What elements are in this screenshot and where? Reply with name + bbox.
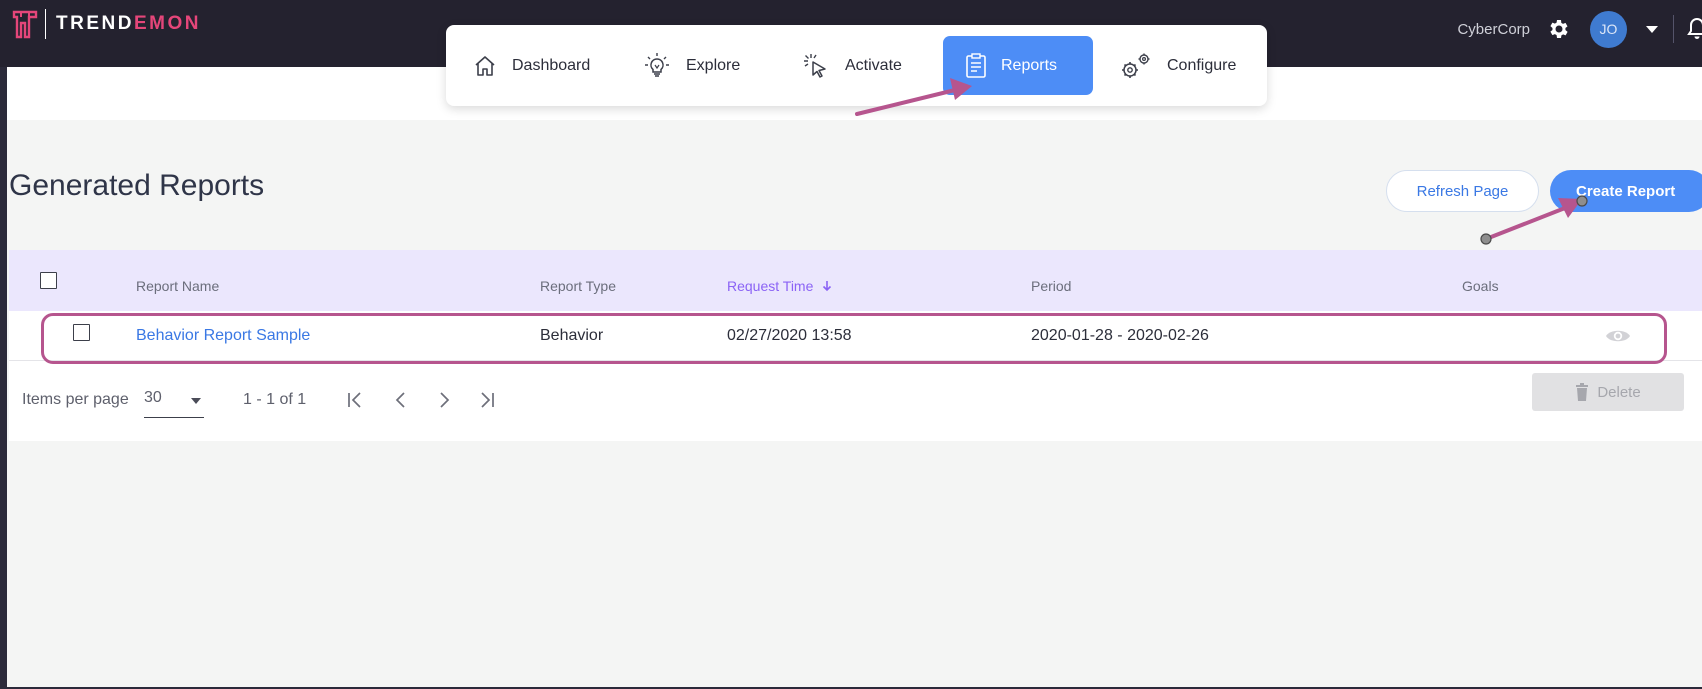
nav-dashboard[interactable]: Dashboard (472, 36, 590, 95)
items-per-page-value: 30 (144, 389, 162, 406)
nav-dashboard-label: Dashboard (512, 56, 591, 74)
nav-reports[interactable]: Reports (943, 36, 1093, 95)
previous-page-icon[interactable] (391, 390, 411, 410)
delete-button-label: Delete (1597, 383, 1641, 401)
cursor-click-icon (804, 53, 826, 78)
pagination-range: 1 - 1 of 1 (243, 391, 307, 408)
report-clipboard-icon (966, 52, 986, 78)
column-header-period[interactable]: Period (1031, 278, 1071, 294)
account-name[interactable]: CyberCorp (1457, 21, 1530, 38)
account-area: CyberCorp JO (1457, 10, 1702, 48)
nav-activate[interactable]: Activate (801, 36, 902, 95)
select-all-checkbox[interactable] (40, 272, 57, 289)
nav-configure[interactable]: Configure (1119, 36, 1236, 95)
column-header-report-name[interactable]: Report Name (136, 278, 219, 294)
table-header: Report Name Report Type Request Time Per… (9, 250, 1702, 311)
trash-icon (1576, 383, 1589, 401)
column-header-report-type[interactable]: Report Type (540, 278, 616, 294)
account-dropdown-caret-icon[interactable] (1646, 25, 1658, 33)
lightbulb-icon (645, 52, 669, 77)
settings-gear-icon[interactable] (1546, 17, 1570, 41)
items-per-page-select[interactable]: 30 (144, 389, 204, 418)
page-title: Generated Reports (9, 169, 265, 202)
create-report-button[interactable]: Create Report (1550, 170, 1702, 212)
topbar-divider (1673, 15, 1674, 43)
first-page-icon[interactable] (345, 390, 367, 410)
notifications-bell-icon[interactable] (1686, 17, 1702, 41)
next-page-icon[interactable] (434, 390, 454, 410)
sort-descending-arrow-icon (823, 281, 832, 292)
nav-explore-label: Explore (686, 56, 741, 74)
logo-mark-icon (12, 10, 38, 39)
column-header-request-time[interactable]: Request Time (727, 278, 833, 294)
avatar[interactable]: JO (1590, 10, 1627, 48)
gears-icon (1122, 53, 1150, 78)
main-nav-menu: Dashboard Explore Activate Reports Confi… (446, 25, 1267, 106)
logo-text: TRENDEMON (56, 13, 201, 34)
refresh-page-button[interactable]: Refresh Page (1386, 170, 1539, 212)
last-page-icon[interactable] (475, 390, 497, 410)
nav-activate-label: Activate (845, 56, 902, 74)
nav-configure-label: Configure (1167, 56, 1237, 74)
logo-separator (45, 9, 46, 39)
items-per-page-label: Items per page (22, 391, 129, 408)
nav-reports-label: Reports (1001, 56, 1058, 74)
table-footer: Items per page 30 1 - 1 of 1 Delete (9, 361, 1702, 441)
column-header-goals: Goals (1462, 278, 1499, 294)
row-highlight-annotation (41, 313, 1667, 364)
select-dropdown-arrow-icon (191, 398, 201, 404)
trendemon-logo[interactable]: TRENDEMON (12, 9, 201, 39)
frame-edge (0, 67, 7, 689)
delete-button[interactable]: Delete (1532, 373, 1684, 411)
nav-explore[interactable]: Explore (642, 36, 740, 95)
home-icon (475, 55, 495, 76)
